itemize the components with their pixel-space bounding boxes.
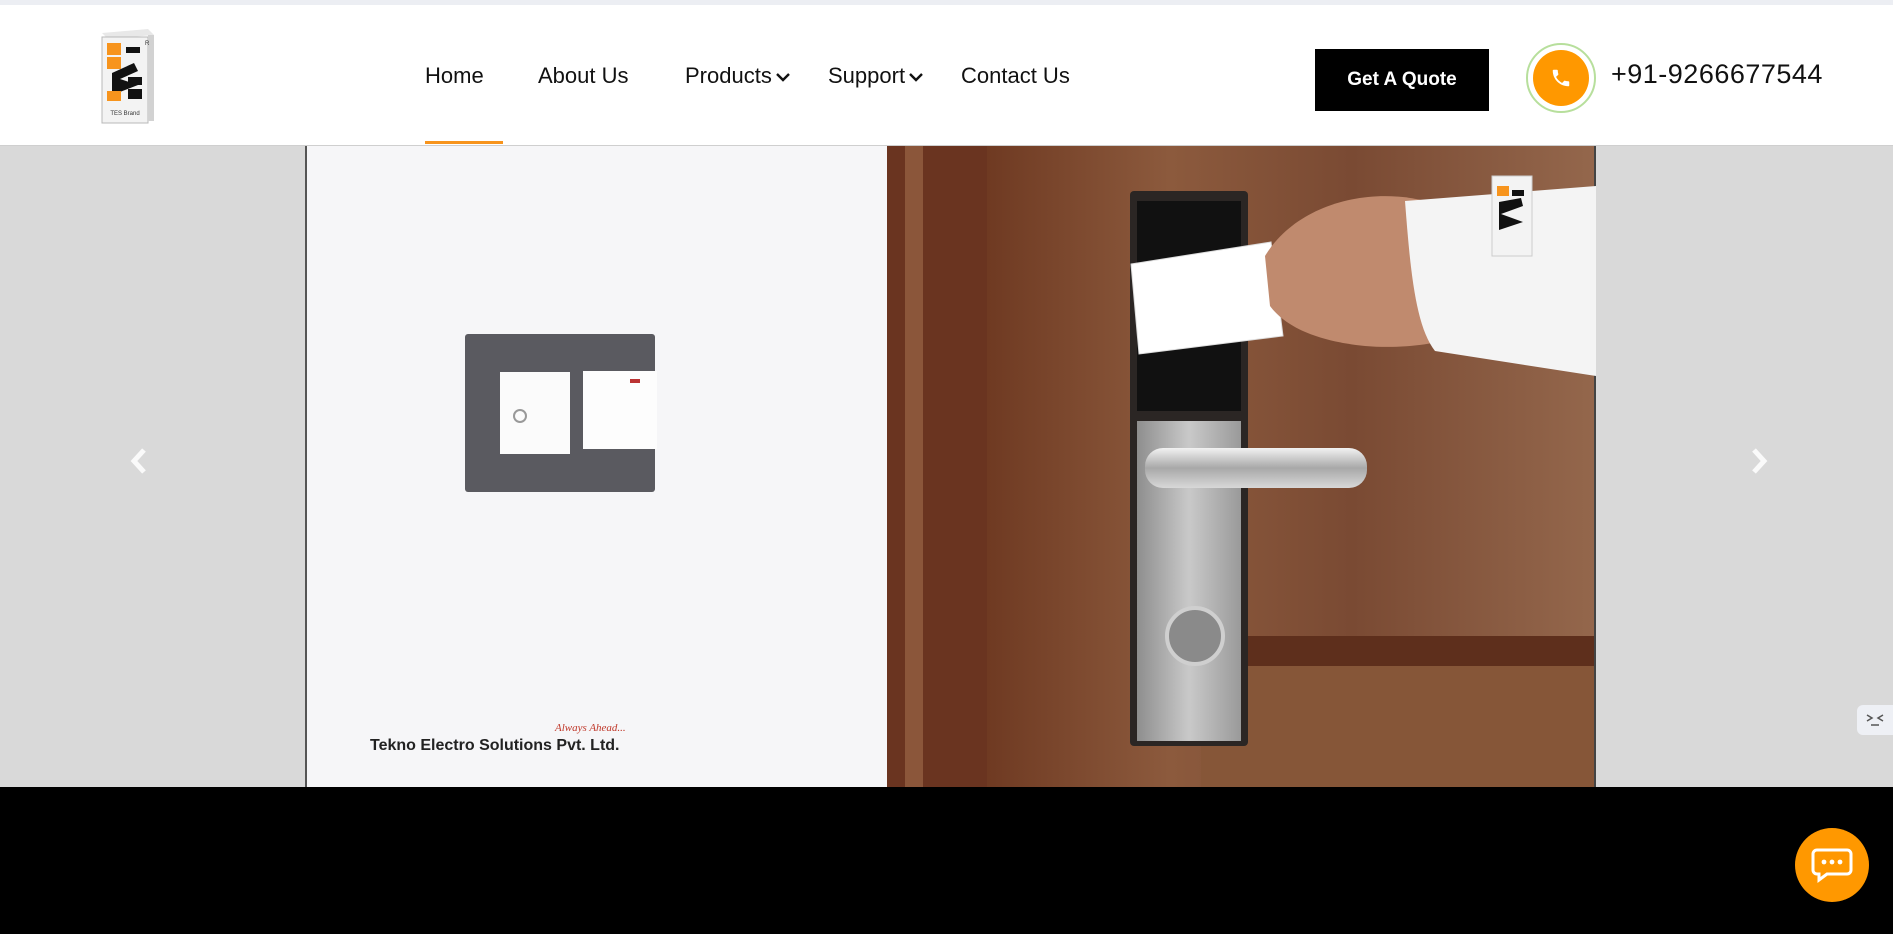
slide-tagline: Always Ahead... <box>554 722 626 734</box>
hero-carousel: Always Ahead... Tekno Electro Solutions … <box>0 146 1893 787</box>
phone-icon <box>1552 69 1570 87</box>
brand-logo[interactable]: TES Brand R <box>98 27 156 127</box>
chat-bubble-icon <box>1811 848 1853 883</box>
nav-active-indicator <box>425 141 503 144</box>
slide-company-name: Tekno Electro Solutions Pvt. Ltd. <box>370 737 620 754</box>
carousel-prev-button[interactable] <box>128 446 150 481</box>
nav-support-label: Support <box>828 63 906 88</box>
chevron-right-icon <box>1752 448 1768 474</box>
carousel-next-button[interactable] <box>1748 446 1770 481</box>
nav-about-us[interactable]: About Us <box>538 63 629 89</box>
get-a-quote-button[interactable]: Get A Quote <box>1315 49 1489 111</box>
nav-contact-us[interactable]: Contact Us <box>961 63 1070 89</box>
code-icon <box>1866 714 1884 726</box>
nav-products-label: Products <box>685 63 772 88</box>
chat-button[interactable] <box>1795 828 1869 902</box>
svg-text:R: R <box>145 41 150 47</box>
chevron-left-icon <box>130 448 146 474</box>
carousel-slide-image: Always Ahead... Tekno Electro Solutions … <box>305 146 1596 787</box>
nav-support[interactable]: Support <box>828 63 924 89</box>
phone-number[interactable]: +91-9266677544 <box>1611 59 1823 90</box>
footer-section <box>0 787 1893 934</box>
chevron-down-icon <box>909 73 923 82</box>
svg-text:TES Brand: TES Brand <box>110 111 139 117</box>
chevron-down-icon <box>775 73 790 82</box>
nav-products[interactable]: Products <box>685 63 791 89</box>
side-code-widget[interactable] <box>1857 705 1893 735</box>
nav-home[interactable]: Home <box>425 63 484 89</box>
site-header: TES Brand R Home About Us Products Suppo… <box>0 5 1893 146</box>
phone-call-button[interactable] <box>1526 43 1596 113</box>
